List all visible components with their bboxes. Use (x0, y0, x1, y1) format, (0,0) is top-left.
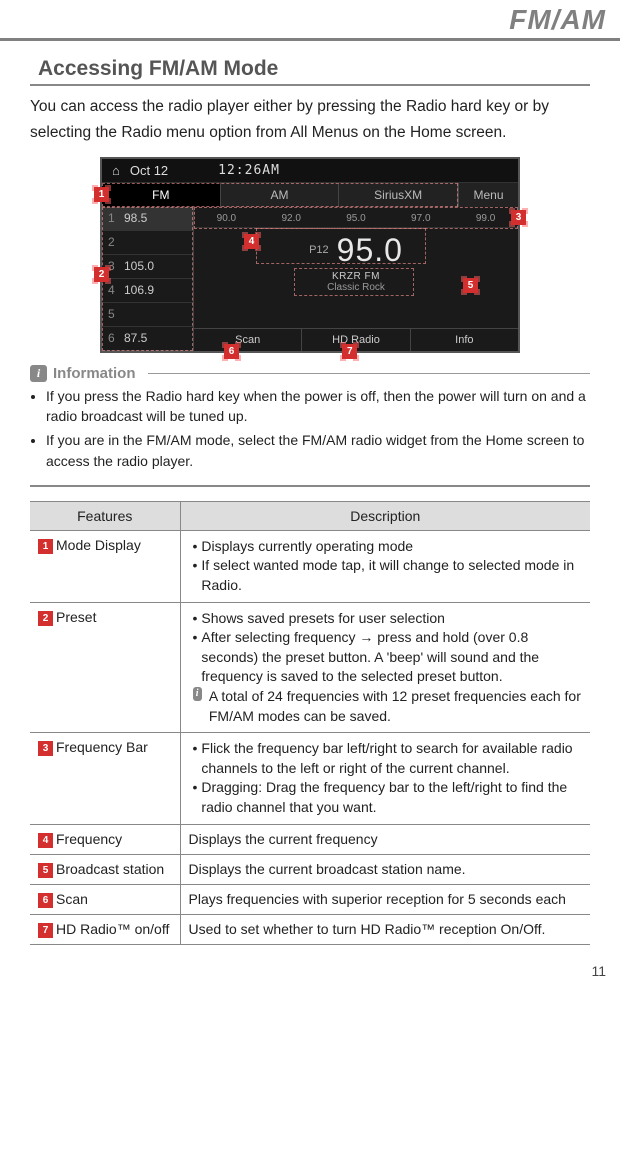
section-heading: Accessing FM/AM Mode (30, 57, 590, 86)
num-badge-7: 7 (38, 923, 53, 938)
info-icon: i (30, 365, 47, 382)
feature-name: Frequency Bar (56, 739, 148, 755)
feature-name: Preset (56, 609, 96, 625)
mode-am[interactable]: AM (221, 183, 340, 207)
preset-number: P12 (309, 244, 329, 256)
radio-screenshot: ⌂ Oct 12 12:26AM 1 FM AM SiriusXM Menu 2… (100, 157, 520, 353)
mode-siriusxm[interactable]: SiriusXM (339, 183, 458, 207)
information-label: Information (53, 365, 136, 382)
table-row: 6Scan Plays frequencies with superior re… (30, 884, 590, 914)
ss-bottom-row: Scan 6 HD Radio 7 Info (194, 328, 518, 351)
table-row: 1Mode Display •Displays currently operat… (30, 530, 590, 602)
page-header: FM/AM (0, 0, 620, 41)
preset-3[interactable]: 3105.0 (102, 255, 193, 279)
num-badge-3: 3 (38, 741, 53, 756)
annotation-5: 5 (463, 278, 478, 293)
content: Accessing FM/AM Mode You can access the … (0, 41, 620, 955)
home-icon[interactable]: ⌂ (112, 163, 120, 178)
page-header-title: FM/AM (509, 4, 606, 36)
preset-2[interactable]: 2 (102, 231, 193, 255)
mode-fm[interactable]: FM (102, 183, 221, 207)
num-badge-5: 5 (38, 863, 53, 878)
feature-name: Mode Display (56, 537, 141, 553)
ss-freqbar[interactable]: 3 90.0 92.0 95.0 97.0 99.0 (194, 207, 518, 228)
col-features: Features (30, 501, 180, 530)
information-list: If you press the Radio hard key when the… (30, 386, 590, 471)
annotation-3: 3 (511, 210, 526, 225)
information-item: If you press the Radio hard key when the… (46, 386, 590, 427)
scan-button[interactable]: Scan 6 (194, 329, 302, 351)
table-row: 4Frequency Displays the current frequenc… (30, 824, 590, 854)
table-header-row: Features Description (30, 501, 590, 530)
annotation-4: 4 (244, 234, 259, 249)
ss-statusbar: ⌂ Oct 12 12:26AM (102, 159, 518, 183)
annotation-7: 7 (342, 344, 357, 359)
information-item: If you are in the FM/AM mode, select the… (46, 430, 590, 471)
num-badge-4: 4 (38, 833, 53, 848)
table-row: 7HD Radio™ on/off Used to set whether to… (30, 914, 590, 944)
preset-4[interactable]: 4106.9 (102, 279, 193, 303)
feature-name: Scan (56, 891, 88, 907)
feature-name: Broadcast station (56, 861, 164, 877)
ss-mode-row: 1 FM AM SiriusXM Menu (102, 183, 518, 207)
ss-time: 12:26AM (218, 163, 280, 178)
intro-text: You can access the radio player either b… (30, 94, 590, 147)
annotation-6: 6 (224, 344, 239, 359)
section-separator (30, 485, 590, 487)
table-row: 2Preset •Shows saved presets for user se… (30, 602, 590, 733)
num-badge-6: 6 (38, 893, 53, 908)
num-badge-1: 1 (38, 539, 53, 554)
col-description: Description (180, 501, 590, 530)
ss-date: Oct 12 (130, 163, 168, 178)
hdradio-button[interactable]: HD Radio 7 (302, 329, 410, 351)
information-heading: i Information (30, 365, 590, 382)
feature-name: Frequency (56, 831, 122, 847)
info-button[interactable]: Info (411, 329, 518, 351)
preset-1[interactable]: 198.5 (102, 207, 193, 231)
features-table: Features Description 1Mode Display •Disp… (30, 501, 590, 945)
ss-presets: 2 198.5 2 3105.0 4106.9 5 687.5 (102, 207, 194, 351)
current-frequency: 95.0 (337, 232, 403, 269)
menu-button[interactable]: Menu (458, 183, 518, 207)
num-badge-2: 2 (38, 611, 53, 626)
ss-main: 4 P12 95.0 5 KRZR FM Classic Rock (194, 228, 518, 328)
table-row: 3Frequency Bar •Flick the frequency bar … (30, 733, 590, 824)
feature-name: HD Radio™ on/off (56, 921, 169, 937)
preset-5[interactable]: 5 (102, 303, 193, 327)
annotation-1: 1 (94, 187, 109, 202)
info-icon: i (193, 687, 202, 701)
annotation-2: 2 (94, 267, 109, 282)
page-number: 11 (0, 955, 620, 987)
table-row: 5Broadcast station Displays the current … (30, 854, 590, 884)
preset-6[interactable]: 687.5 (102, 327, 193, 351)
